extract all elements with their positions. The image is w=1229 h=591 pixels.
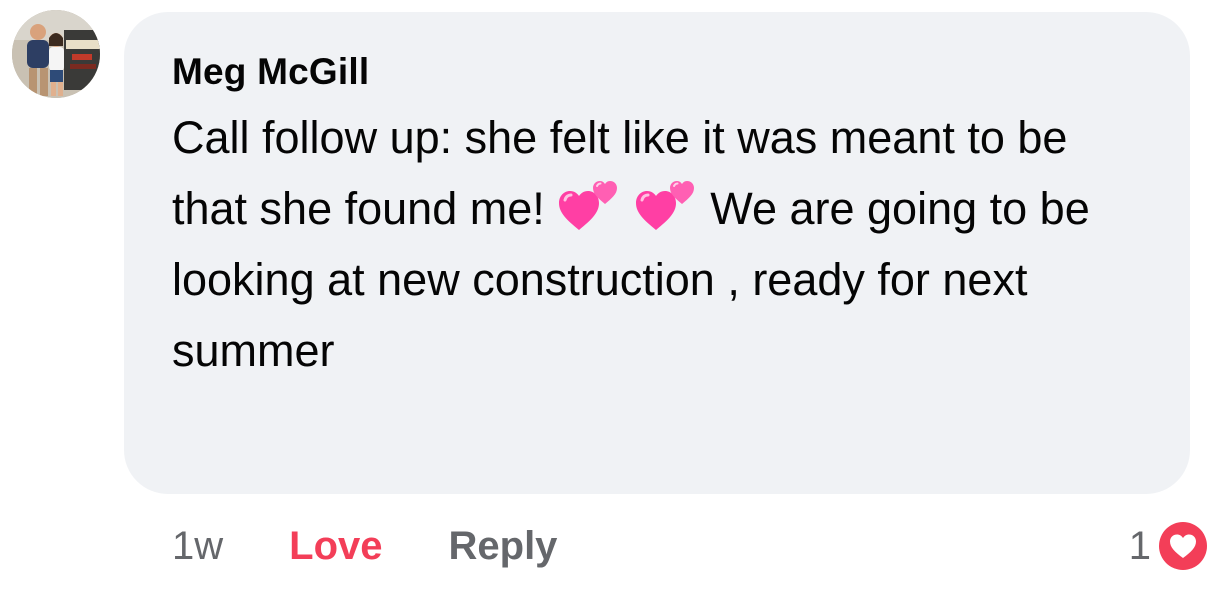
- comment-actions: 1w Love Reply: [172, 516, 557, 576]
- reaction-summary[interactable]: 1: [1129, 516, 1211, 576]
- comment-bubble[interactable]: Meg McGill Call follow up: she felt like…: [124, 12, 1190, 494]
- heart-icon: [1170, 534, 1196, 558]
- love-button[interactable]: Love: [289, 524, 382, 569]
- comment-timestamp[interactable]: 1w: [172, 524, 223, 569]
- two-hearts-icon: [557, 174, 621, 232]
- reply-button[interactable]: Reply: [449, 524, 558, 569]
- profile-photo-icon: [12, 10, 100, 98]
- comment-author[interactable]: Meg McGill: [172, 48, 1150, 96]
- two-hearts-icon: [634, 174, 698, 232]
- reaction-count: 1: [1128, 523, 1151, 568]
- avatar[interactable]: [12, 10, 100, 98]
- love-reaction-icon: [1155, 518, 1211, 574]
- comment-text: Call follow up: she felt like it was mea…: [172, 102, 1132, 386]
- love-reaction-badge: [1159, 522, 1207, 570]
